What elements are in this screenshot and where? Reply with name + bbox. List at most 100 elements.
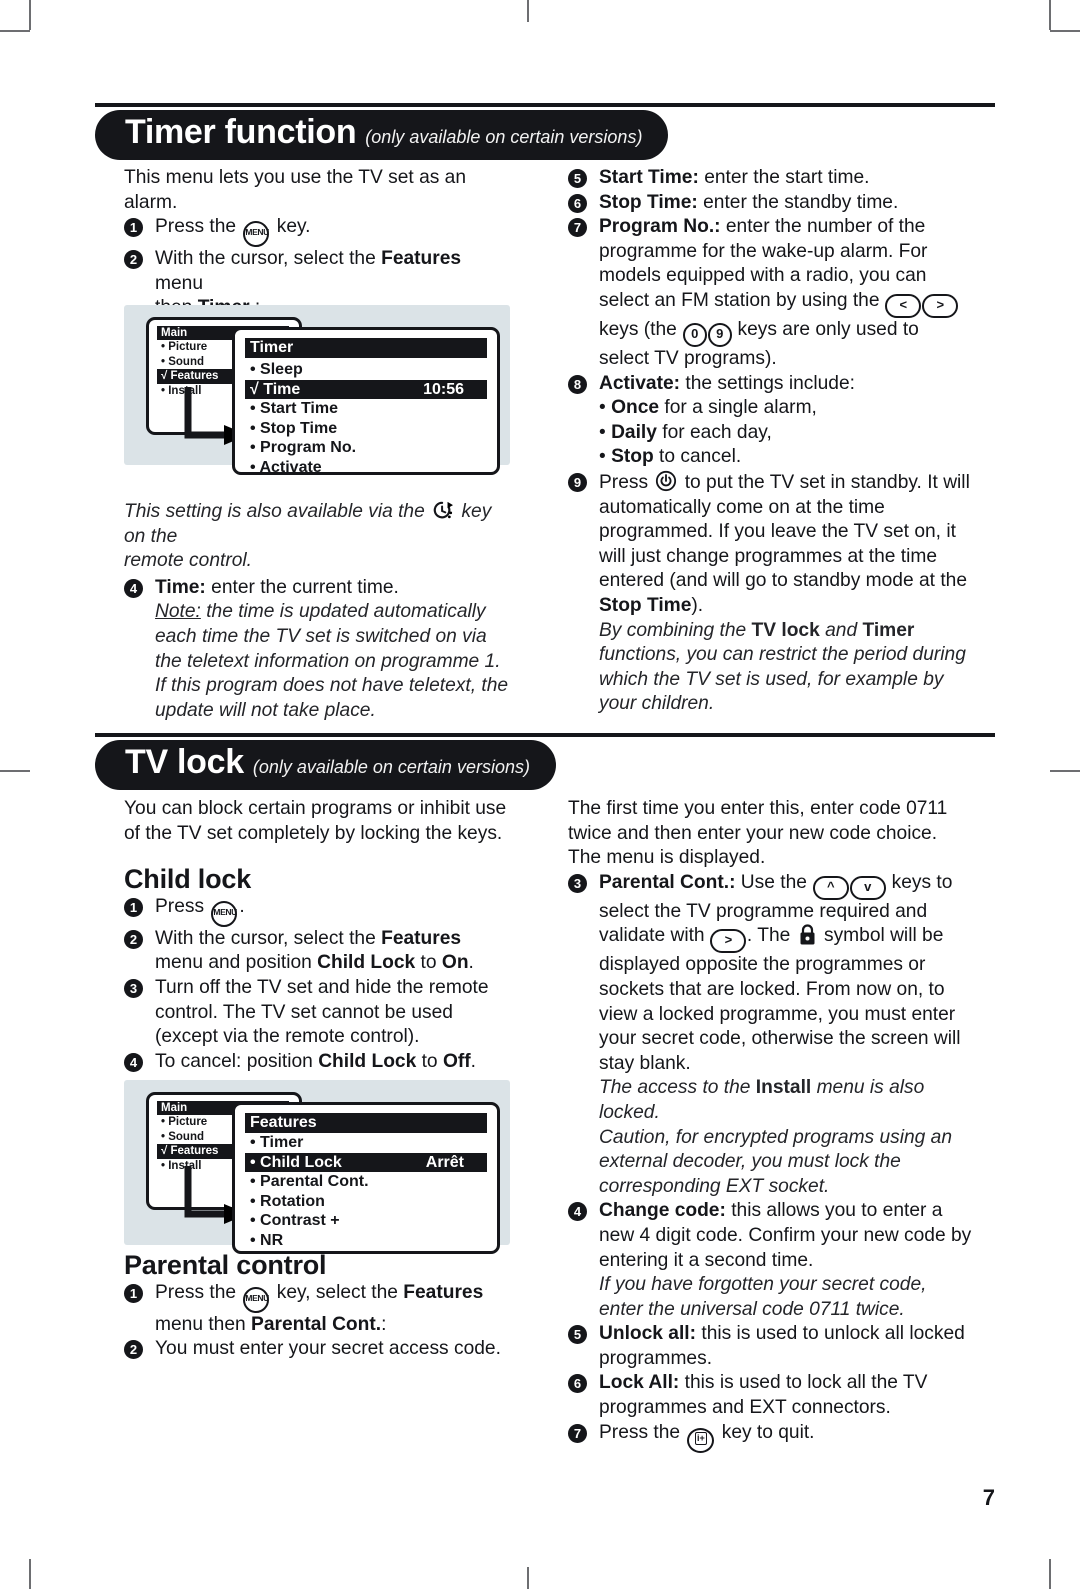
submenu-item[interactable]: • Sleep: [245, 360, 487, 380]
submenu-item-label: • Contrast +: [250, 1212, 340, 1229]
info-key-icon: i+: [687, 1427, 715, 1453]
menu-key-icon: MENU: [243, 1286, 270, 1313]
timer-step-4: 4 Time: enter the current time.: [124, 576, 514, 601]
step-number: 6: [568, 1374, 587, 1394]
step-text-a: With the cursor, select the: [155, 248, 382, 270]
time-label: Time:: [155, 576, 206, 598]
step-text-1: Press: [155, 895, 210, 917]
step-number: 6: [568, 193, 587, 213]
crop-mark-bottom-right: [1049, 1559, 1051, 1589]
step-text-1: You must enter your secret access code.: [155, 1338, 501, 1360]
tvlock-left-column: You can block certain programs or inhibi…: [124, 797, 514, 1074]
submenu-item[interactable]: • Rotation: [245, 1192, 487, 1212]
step-number: 1: [124, 1283, 143, 1303]
tvlock-step-4: 4 Change code: this allows you to enter …: [568, 1199, 973, 1273]
timer-header-pill: Timer function (only available on certai…: [95, 110, 669, 160]
forgotten-code-note: If you have forgotten your secret code, …: [599, 1274, 927, 1320]
crop-mark-top-left: [29, 0, 31, 30]
submenu-item[interactable]: • Contrast +: [245, 1211, 487, 1231]
remote-note-text-1: This setting is also available via the: [124, 501, 425, 522]
childlock-step-2: 2 With the cursor, select the Features m…: [124, 927, 514, 976]
timer-note-paragraph: Note: the time is updated automatically …: [124, 600, 514, 723]
features-menu-label: Features: [403, 1281, 484, 1303]
submenu-item-value: 10:56: [423, 380, 464, 398]
step-text-2: key, select the: [271, 1281, 404, 1303]
stop-time-ref: Stop Time: [599, 594, 692, 616]
cursor-right-key-icon: >: [922, 293, 959, 318]
timer-closing-note: By combining the TV lock and Timer funct…: [568, 619, 973, 717]
step-text-2: to: [416, 1050, 443, 1072]
step9-text-1: Press: [599, 471, 654, 493]
submenu-item-label: • Program No.: [250, 439, 357, 456]
step-text-after: key.: [271, 216, 311, 238]
step-number: 3: [124, 978, 143, 998]
crop-mark-right-top: [1050, 30, 1080, 32]
parental-control-block: Parental control 1 Press the MENU key, s…: [124, 1250, 514, 1362]
header-rule: [95, 103, 995, 107]
features-menu-label: Features: [381, 927, 462, 949]
step-number: 7: [568, 218, 587, 238]
step-text-2: .: [239, 895, 245, 917]
parental-cont-label: Parental Cont.: [251, 1313, 382, 1335]
parental-step-1: 1 Press the MENU key, select the Feature…: [124, 1281, 514, 1338]
timer-intro: This menu lets you use the TV set as an …: [124, 167, 467, 213]
submenu-item[interactable]: • NR: [245, 1231, 487, 1251]
timer-right-column: 5 Start Time: enter the start time. 6 St…: [568, 166, 973, 717]
parental-cont-label: Parental Cont.:: [599, 871, 736, 893]
install-lock-note: The access to the Install menu is also l…: [568, 1076, 973, 1199]
parental-step-2: 2 You must enter your secret access code…: [124, 1337, 514, 1362]
timer-step-8: 8 Activate: the settings include:: [568, 372, 973, 397]
digit-9-key-icon: 9: [707, 322, 732, 347]
submenu-item-label: • Activate: [250, 458, 322, 476]
submenu-item-selected[interactable]: • Child Lock Arrêt: [245, 1152, 487, 1172]
daily-text: for each day,: [656, 421, 772, 443]
start-time-label: Start Time:: [599, 167, 699, 188]
once-text: for a single alarm,: [659, 397, 817, 419]
submenu-item-label: • Timer: [250, 1134, 304, 1151]
submenu-item[interactable]: • Parental Cont.: [245, 1172, 487, 1192]
step-text-3: .: [470, 1050, 476, 1072]
cursor-down-key-icon: v: [849, 875, 886, 900]
submenu-item[interactable]: • Timer: [245, 1133, 487, 1153]
manual-page: Timer function (only available on certai…: [0, 0, 1080, 1589]
step-number: 5: [568, 169, 587, 188]
activate-option-stop: • Stop to cancel.: [599, 446, 742, 468]
timer-step-6: 6 Stop Time: enter the standby time.: [568, 191, 973, 216]
timer-left-column-lower: This setting is also available via the k…: [124, 500, 514, 723]
crop-mark-bottom-center: [527, 1567, 529, 1589]
submenu-item[interactable]: • Start Time: [245, 399, 487, 419]
submenu-title: Features: [245, 1113, 487, 1133]
step-number: 1: [124, 897, 143, 917]
submenu-item-label: • NR: [250, 1231, 284, 1249]
step-text-1: Turn off the TV set and hide the remote …: [155, 976, 489, 1048]
start-time-text: enter the start time.: [698, 167, 870, 188]
crop-mark-bottom-left: [29, 1559, 31, 1589]
step-text-before: Press the: [155, 216, 242, 238]
submenu-item-label: • Start Time: [250, 400, 338, 417]
childlock-step-4: 4 To cancel: position Child Lock to Off.: [124, 1050, 514, 1075]
step-number: 2: [124, 250, 143, 270]
step7-text-2: key to quit.: [716, 1421, 815, 1443]
submenu-item[interactable]: • Stop Time: [245, 419, 487, 439]
step3-text-4: symbol will be displayed opposite the pr…: [599, 925, 961, 1074]
remote-key-note: This setting is also available via the k…: [124, 500, 514, 574]
tvlock-header-pill: TV lock (only available on certain versi…: [95, 740, 556, 790]
step3-text-3: . The: [746, 925, 796, 947]
stop-label: Stop: [611, 446, 654, 468]
step-text-3: menu then: [155, 1313, 252, 1335]
cursor-left-key-icon: <: [885, 293, 922, 318]
tvlock-step-3: 3 Parental Cont.: Use the ^ v keys to sel…: [568, 871, 973, 1077]
parental-control-heading: Parental control: [124, 1250, 327, 1280]
change-code-label: Change code:: [599, 1200, 726, 1222]
submenu-item[interactable]: • Activate: [245, 458, 487, 478]
step-number: 8: [568, 374, 587, 394]
child-lock-label: Child Lock: [317, 952, 416, 974]
timer-subtitle: (only available on certain versions): [365, 127, 643, 147]
closing-text-2: and: [819, 619, 863, 641]
standby-power-key-icon: [655, 470, 677, 492]
step-number: 2: [124, 929, 143, 949]
install-note-1: The access to the: [599, 1077, 756, 1099]
tvlock-section-header: TV lock (only available on certain versi…: [0, 733, 1080, 793]
submenu-item[interactable]: • Program No.: [245, 438, 487, 458]
submenu-item-selected[interactable]: √ Time 10:56: [245, 379, 487, 399]
